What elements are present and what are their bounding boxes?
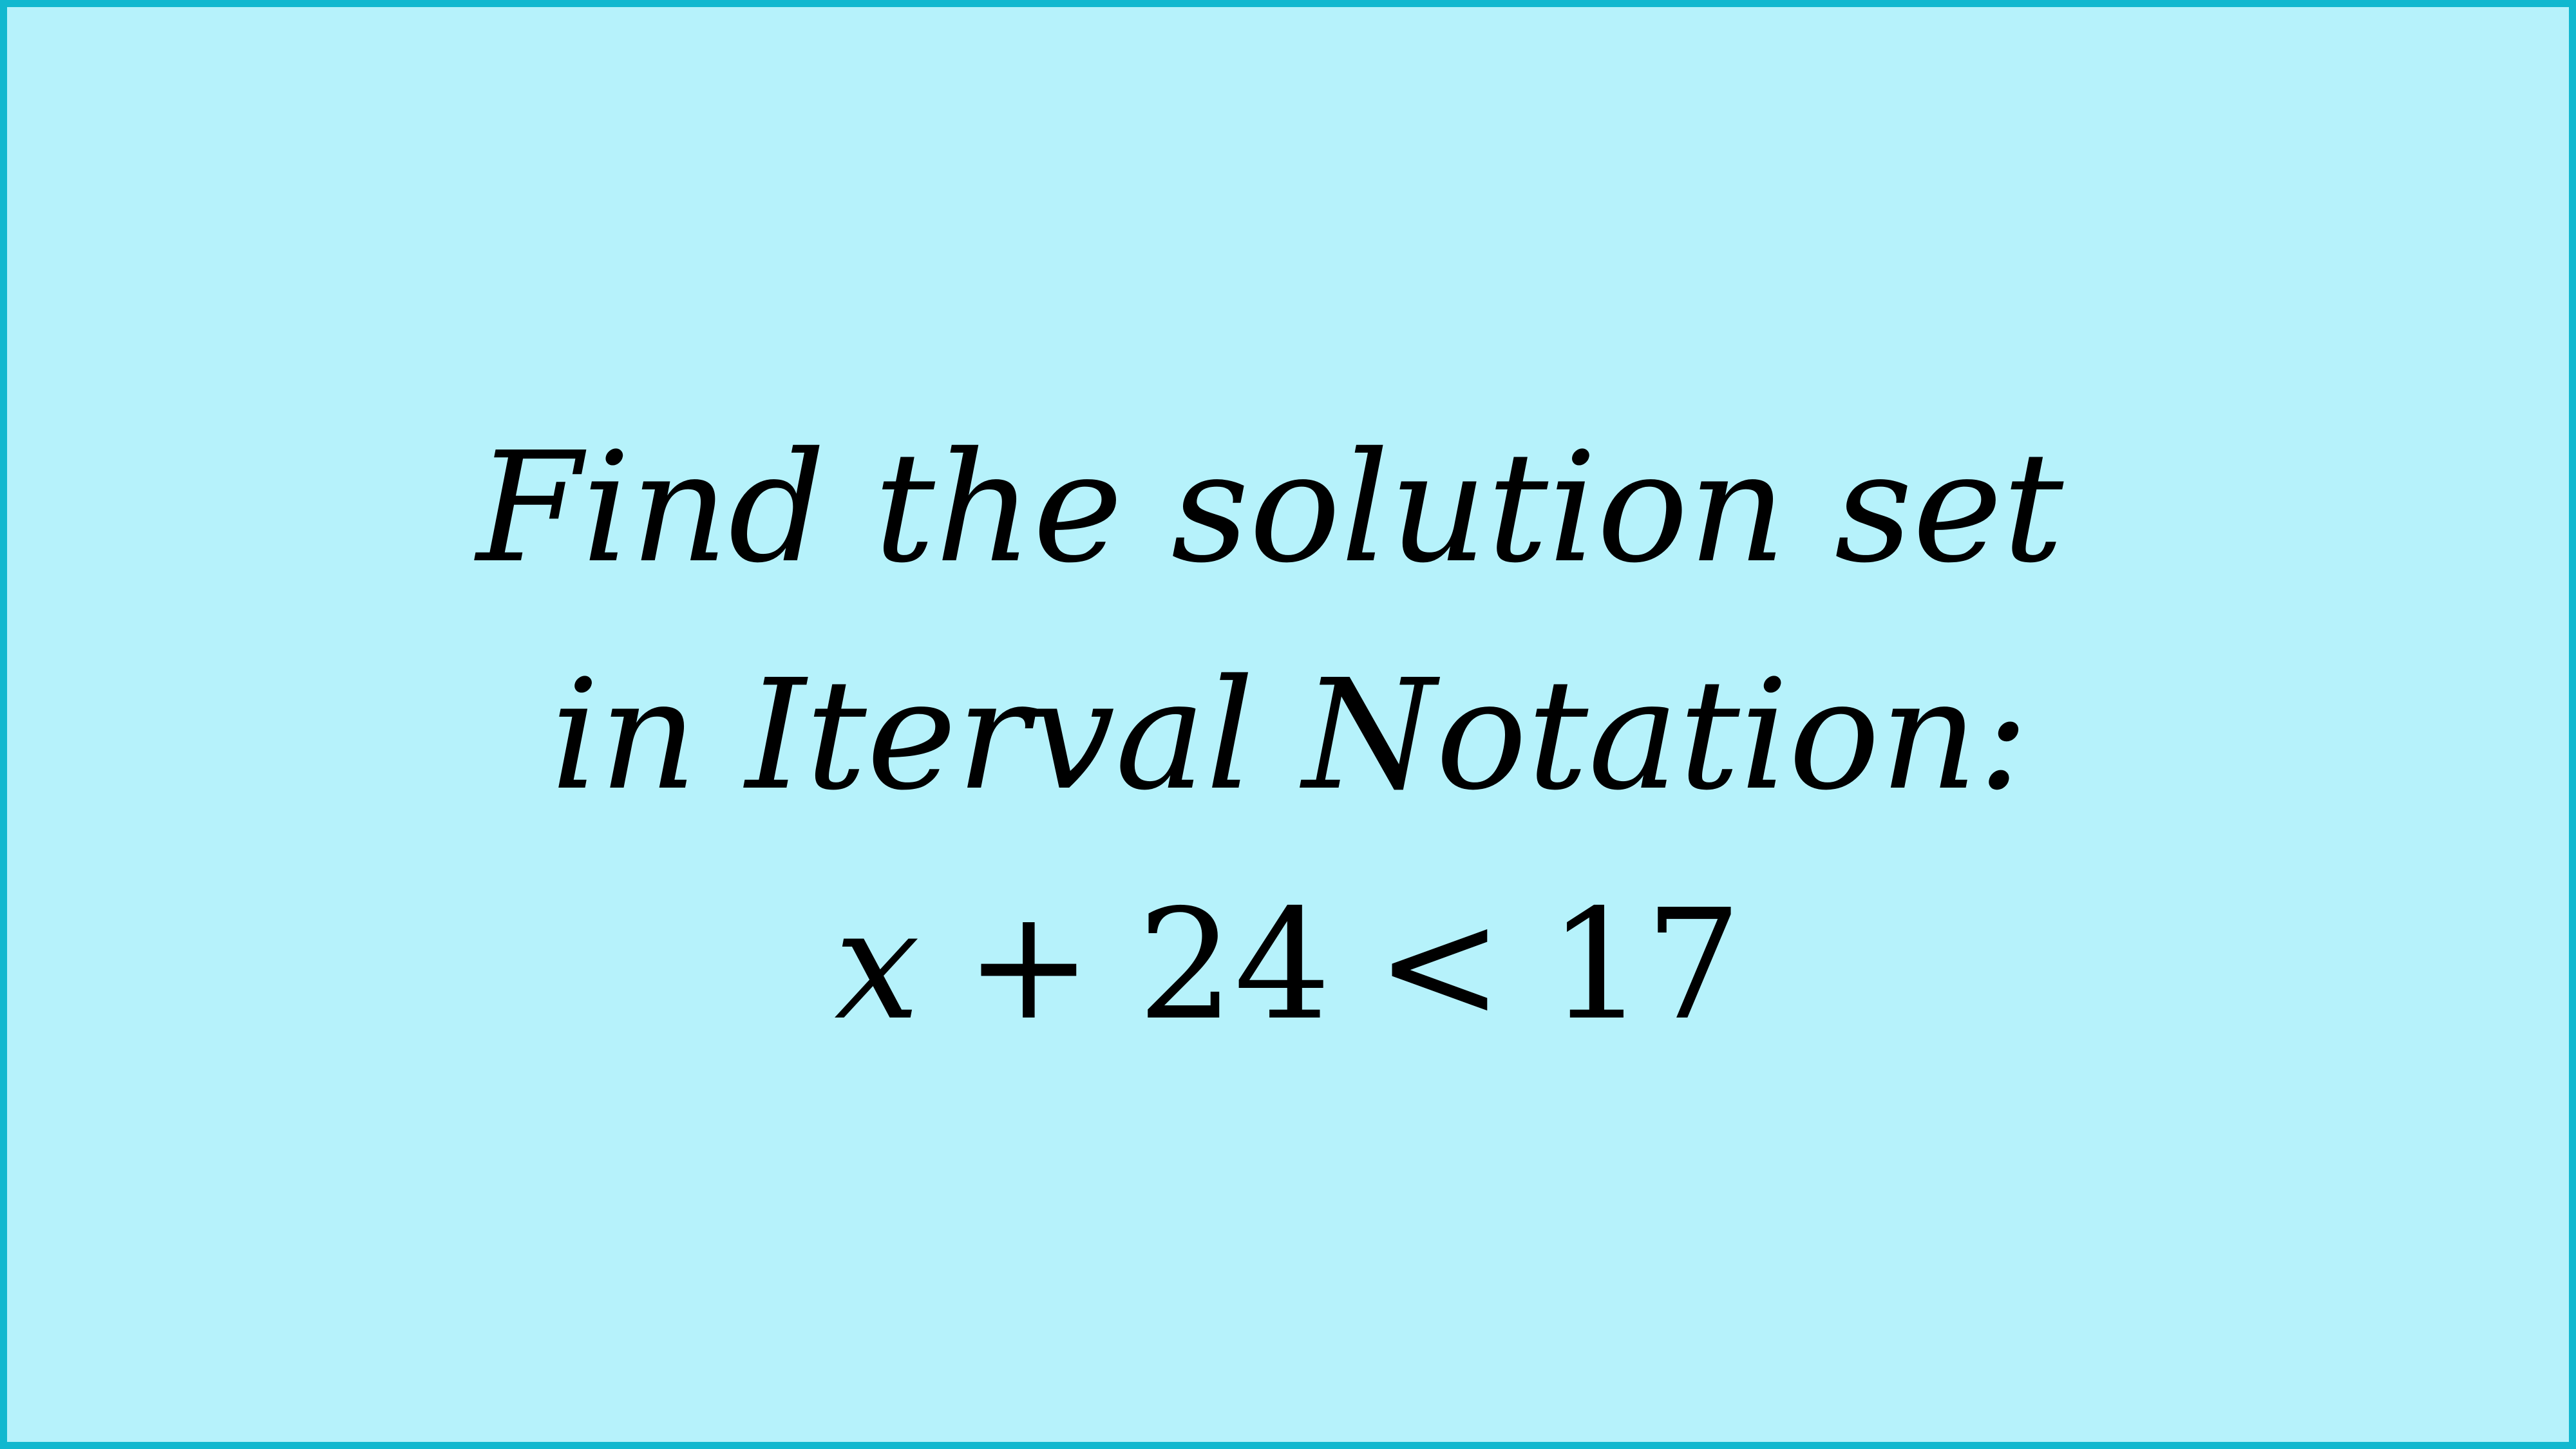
math-equation: x +24 <17 [7, 889, 2569, 1041]
prompt-line-2: in Iterval Notation: [551, 647, 2029, 824]
equation-addend: 24 [1137, 876, 1331, 1054]
equation-rhs: 17 [1548, 876, 1742, 1054]
slide-canvas: Find the solution set in Iterval Notatio… [0, 0, 2576, 1449]
equation-variable: x [834, 876, 920, 1054]
equation-relation: < [1376, 876, 1504, 1054]
equation-plus: + [965, 876, 1093, 1054]
prompt-line-1: Find the solution set [476, 419, 2064, 596]
slide-content: Find the solution set in Iterval Notatio… [7, 7, 2569, 1442]
